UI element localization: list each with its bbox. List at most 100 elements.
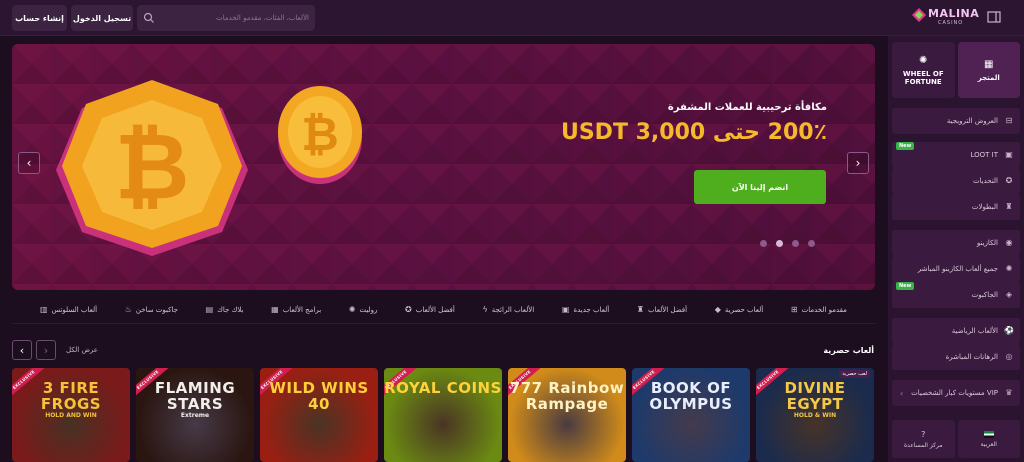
category-trending[interactable]: ϟ الألعاب الرائجة — [482, 305, 534, 314]
card-label: WHEEL OF FORTUNE — [902, 69, 944, 86]
category-label: أفضل الألعاب — [415, 305, 455, 314]
category-blackjack[interactable]: ▤ بلاك جاك — [206, 305, 244, 314]
sidebar-item-label: الألعاب الرياضية — [951, 327, 998, 335]
sidebar-item-label: مستويات كبار الشخصيات VIP — [911, 389, 998, 397]
category-label: برامج الألعاب — [282, 305, 322, 314]
game-tile[interactable]: EXCLUSIVE ROYAL COINS — [384, 368, 502, 462]
banner-next-button[interactable]: › — [847, 152, 869, 174]
category-new[interactable]: ▣ ألعاب جديدة — [562, 305, 609, 314]
game-tile[interactable]: EXCLUSIVE BOOK OF OLYMPUS — [632, 368, 750, 462]
chevron-right-icon: › — [43, 343, 49, 357]
signup-button[interactable]: إنشاء حساب — [12, 5, 67, 31]
banner-amount: 200٪ حتى 3,000 USDT — [560, 120, 827, 145]
view-all-link[interactable]: عرض الكل — [66, 346, 98, 354]
games-next-button[interactable]: › — [36, 340, 56, 360]
game-title: BOOK OF OLYMPUS — [649, 379, 733, 413]
logo[interactable]: MALINA CASINO — [912, 6, 979, 30]
bitcoin-coin-large: ₿ — [56, 80, 248, 256]
slide-dot-active[interactable] — [776, 240, 783, 247]
star-icon: ✪ — [405, 305, 412, 314]
flag-icon — [983, 430, 994, 438]
search-input[interactable] — [155, 14, 309, 22]
diamond-icon: ◆ — [714, 305, 721, 314]
promo-banner[interactable]: ₿ ₿ مكافأة ترحيبية للعملات المشفرة 200٪ … — [12, 44, 875, 290]
banner-pagination — [760, 240, 815, 247]
chevron-right-icon: › — [855, 156, 861, 170]
category-top[interactable]: ✪ أفضل الألعاب — [405, 305, 455, 314]
game-title: 777 Rainbow Rampage — [509, 379, 625, 413]
category-roulette[interactable]: ✺ روليت — [349, 305, 378, 314]
category-label: أفضل الألعاب — [648, 305, 688, 314]
sidebar-item-label: LOOT IT — [970, 151, 998, 159]
category-label: مقدمو الخدمات — [801, 305, 847, 314]
sports-icon: ⚽ — [1004, 326, 1014, 335]
svg-text:₿: ₿ — [115, 113, 190, 220]
logo-mark-icon — [912, 8, 926, 22]
game-tile[interactable]: EXCLUSIVE 3 FIRE FROGS HOLD AND WIN — [12, 368, 130, 462]
chevron-left-icon: ‹ — [19, 343, 25, 357]
language-label: العربية — [980, 440, 997, 448]
slide-dot[interactable] — [792, 240, 799, 247]
sidebar-item-loot-it[interactable]: New LOOT IT ▣ — [892, 142, 1020, 168]
join-now-button[interactable]: انضم إلينا الآن — [694, 170, 826, 204]
sidebar-item-tournaments[interactable]: البطولات ♜ — [892, 194, 1020, 220]
language-selector[interactable]: العربية — [957, 420, 1020, 458]
game-tile[interactable]: EXCLUSIVE لعب حصرية DIVINE EGYPT HOLD & … — [756, 368, 874, 462]
sidebar-toggle-icon[interactable] — [986, 9, 1002, 25]
category-best[interactable]: ♜ أفضل الألعاب — [637, 305, 687, 314]
live-casino-icon: ✺ — [1005, 264, 1013, 273]
login-button[interactable]: تسجيل الدخول — [71, 5, 133, 31]
top-bar: إنشاء حساب تسجيل الدخول MALINA CASINO — [0, 0, 1024, 36]
search-icon — [143, 12, 154, 23]
game-title: WILD WINS 40 — [269, 379, 369, 413]
game-tile[interactable]: EXCLUSIVE WILD WINS 40 — [260, 368, 378, 462]
slide-dot[interactable] — [760, 240, 767, 247]
grid-icon: ⊞ — [790, 305, 798, 314]
fire-icon: ♨ — [124, 305, 132, 314]
game-tile[interactable]: EXCLUSIVE 777 Rainbow Rampage — [508, 368, 626, 462]
sidebar-item-vip[interactable]: ‹ مستويات كبار الشخصيات VIP ♛ — [892, 380, 1020, 406]
live-bets-icon: ◎ — [1005, 352, 1013, 361]
category-hot-jackpot[interactable]: ♨ جاكبوت ساخن — [125, 305, 178, 314]
game-tile[interactable]: EXCLUSIVE FLAMING STARS Extreme — [136, 368, 254, 462]
cards-icon: ▤ — [205, 305, 214, 314]
search-box[interactable] — [137, 5, 315, 31]
sidebar-item-label: الرهانات المباشرة — [945, 353, 998, 361]
sidebar-item-casino[interactable]: الكازينو ◉ — [892, 230, 1020, 256]
category-label: بلاك جاك — [217, 305, 244, 314]
medal-icon: ✪ — [1005, 176, 1013, 185]
category-game-shows[interactable]: ▦ برامج الألعاب — [271, 305, 321, 314]
wheel-of-fortune-card[interactable]: ✺ WHEEL OF FORTUNE — [892, 42, 955, 98]
section-title: ألعاب حصرية — [823, 346, 874, 355]
category-exclusive[interactable]: ◆ ألعاب حصرية — [715, 305, 764, 314]
sidebar-item-label: العروض الترويجية — [946, 117, 998, 125]
sidebar-item-live-casino[interactable]: جميع ألعاب الكازينو المباشر ✺ — [892, 256, 1020, 282]
bag-icon: ▣ — [1005, 150, 1013, 159]
sidebar-footer: ? مركز المساعدة العربية — [892, 420, 1020, 458]
game-subtitle: HOLD AND WIN — [45, 412, 97, 419]
game-title: 3 FIRE FROGS — [40, 379, 102, 413]
category-providers[interactable]: ⊞ مقدمو الخدمات — [791, 305, 847, 314]
sidebar-item-sports[interactable]: الألعاب الرياضية ⚽ — [892, 318, 1020, 344]
category-label: ألعاب حصرية — [724, 305, 764, 314]
category-label: ألعاب جديدة — [573, 305, 610, 314]
right-sidebar: ✺ WHEEL OF FORTUNE ▦ المتجر العروض الترو… — [888, 36, 1024, 462]
sidebar-item-promotions[interactable]: العروض الترويجية ⊟ — [892, 108, 1020, 134]
sidebar-item-challenges[interactable]: التحديات ✪ — [892, 168, 1020, 194]
help-center-button[interactable]: ? مركز المساعدة — [892, 420, 955, 458]
shop-card[interactable]: ▦ المتجر — [957, 42, 1020, 98]
sidebar-item-jackpot[interactable]: New الجاكبوت ◈ — [892, 282, 1020, 308]
game-subtitle: HOLD & WIN — [793, 412, 837, 419]
sidebar-item-label: الجاكبوت — [971, 291, 998, 299]
game-title: ROYAL COINS — [384, 379, 502, 397]
category-label: جاكبوت ساخن — [135, 305, 178, 314]
sidebar-item-live-bets[interactable]: الرهانات المباشرة ◎ — [892, 344, 1020, 370]
slide-dot[interactable] — [808, 240, 815, 247]
cup-icon: ♜ — [1005, 202, 1013, 211]
sidebar-item-label: البطولات — [971, 203, 998, 211]
new-badge: New — [896, 282, 915, 290]
bolt-icon: ϟ — [482, 305, 488, 314]
category-slots[interactable]: ▥ ألعاب السلوتس — [40, 305, 97, 314]
games-prev-button[interactable]: ‹ — [12, 340, 32, 360]
banner-prev-button[interactable]: ‹ — [18, 152, 40, 174]
